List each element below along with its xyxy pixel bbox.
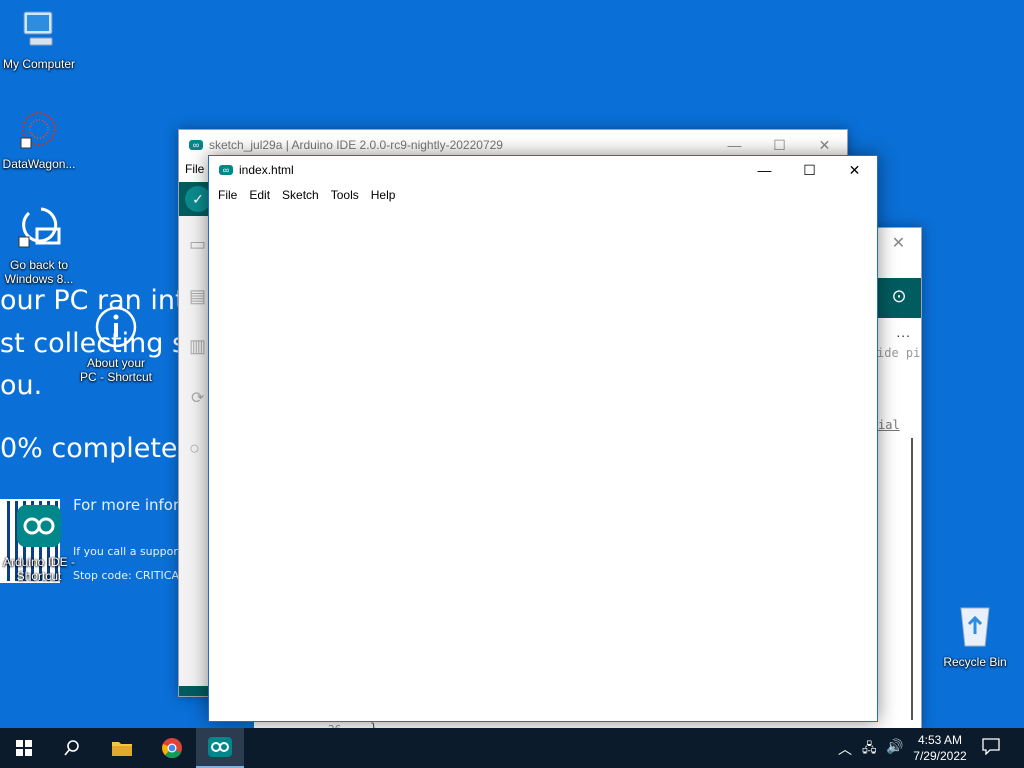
- chevron-up-icon[interactable]: ︿: [838, 739, 852, 759]
- menu-help[interactable]: Help: [365, 188, 402, 202]
- desktop-icon-arduino[interactable]: Arduino IDE - Shortcut: [0, 504, 84, 583]
- desktop-icon-go-back[interactable]: Go back to Windows 8...: [0, 205, 84, 286]
- arduino-taskbar-button[interactable]: [196, 728, 244, 768]
- desktop-icon-label: My Computer: [2, 57, 76, 71]
- file-explorer-button[interactable]: [98, 728, 146, 768]
- desktop-icon-label: DataWagon...: [2, 157, 76, 171]
- desktop-icon-my-computer[interactable]: My Computer: [0, 10, 84, 71]
- computer-icon: [0, 10, 84, 53]
- search-icon[interactable]: ○: [189, 438, 200, 459]
- search-button[interactable]: [48, 728, 96, 768]
- window-title: index.html: [239, 163, 294, 177]
- start-button[interactable]: [0, 728, 48, 768]
- desktop-icon-label: Arduino IDE - Shortcut: [2, 555, 76, 583]
- info-icon: [71, 305, 161, 352]
- recycle-bin-icon: [930, 602, 1020, 651]
- taskbar: ︿ 🖧 🔊 4:53 AM 7/29/2022: [0, 728, 1024, 768]
- scrollbar[interactable]: [911, 438, 913, 728]
- chrome-button[interactable]: [148, 728, 196, 768]
- boards-icon[interactable]: ▤: [189, 286, 206, 307]
- desktop-icon-recycle-bin[interactable]: Recycle Bin: [930, 602, 1020, 669]
- desktop-icon-label: Recycle Bin: [943, 655, 1007, 669]
- maximize-button[interactable]: ☐: [787, 156, 832, 184]
- more-icon[interactable]: ...: [896, 324, 911, 340]
- folder-icon: [112, 742, 132, 756]
- content-area[interactable]: [209, 208, 875, 719]
- title-bar: ∞ index.html — ☐ ✕: [209, 156, 877, 184]
- menu-sketch[interactable]: Sketch: [276, 188, 325, 202]
- search-icon: [64, 740, 79, 756]
- index-html-window[interactable]: ∞ index.html — ☐ ✕ File Edit Sketch Tool…: [208, 155, 878, 722]
- clock-date: 7/29/2022: [913, 749, 967, 763]
- close-button[interactable]: ✕: [876, 228, 921, 258]
- arduino-logo-icon: ∞: [219, 165, 233, 175]
- code-fragment: ide pi: [877, 346, 921, 360]
- close-button[interactable]: ✕: [832, 156, 877, 184]
- bsod-support: If you call a support p: [73, 545, 193, 558]
- folder-icon[interactable]: ▭: [189, 234, 206, 255]
- desktop-icon-datawagon[interactable]: DataWagon...: [0, 108, 84, 171]
- bsod-line-3: ou.: [0, 370, 43, 401]
- library-icon[interactable]: ▥: [189, 336, 206, 357]
- menu-bar: File Edit Sketch Tools Help: [209, 184, 877, 206]
- network-icon[interactable]: 🖧: [862, 739, 877, 761]
- notification-icon[interactable]: [982, 737, 1000, 758]
- restore-icon: [0, 205, 84, 254]
- arduino-icon: [208, 737, 232, 757]
- menu-tools[interactable]: Tools: [325, 188, 365, 202]
- arduino-logo-icon: ∞: [189, 140, 203, 150]
- code-fragment-link: ial: [878, 418, 900, 432]
- menu-file[interactable]: File: [212, 188, 243, 202]
- volume-icon[interactable]: 🔊: [886, 738, 903, 755]
- bsod-progress: 0% complete: [0, 433, 178, 464]
- arduino-icon: [0, 504, 84, 551]
- desktop-icon-label: About your PC - Shortcut: [79, 356, 153, 384]
- sidebar: ▭ ▤ ▥ ⟳ ○: [179, 216, 209, 686]
- clock[interactable]: 4:53 AM 7/29/2022: [908, 732, 972, 764]
- clock-time: 4:53 AM: [917, 733, 963, 747]
- menu-edit[interactable]: Edit: [243, 188, 276, 202]
- debug-icon[interactable]: ⟳: [191, 388, 204, 408]
- menu-file[interactable]: File: [185, 162, 204, 176]
- window-title: sketch_jul29a | Arduino IDE 2.0.0-rc9-ni…: [209, 138, 503, 152]
- minimize-button[interactable]: —: [742, 156, 787, 184]
- desktop-icon-label: Go back to Windows 8...: [4, 258, 74, 286]
- chrome-icon: [162, 738, 182, 759]
- windows-icon: [16, 740, 32, 756]
- serial-monitor-icon[interactable]: ⊙: [887, 286, 911, 310]
- desktop-icon-about-pc[interactable]: About your PC - Shortcut: [71, 305, 161, 384]
- datawagon-icon: [0, 108, 84, 153]
